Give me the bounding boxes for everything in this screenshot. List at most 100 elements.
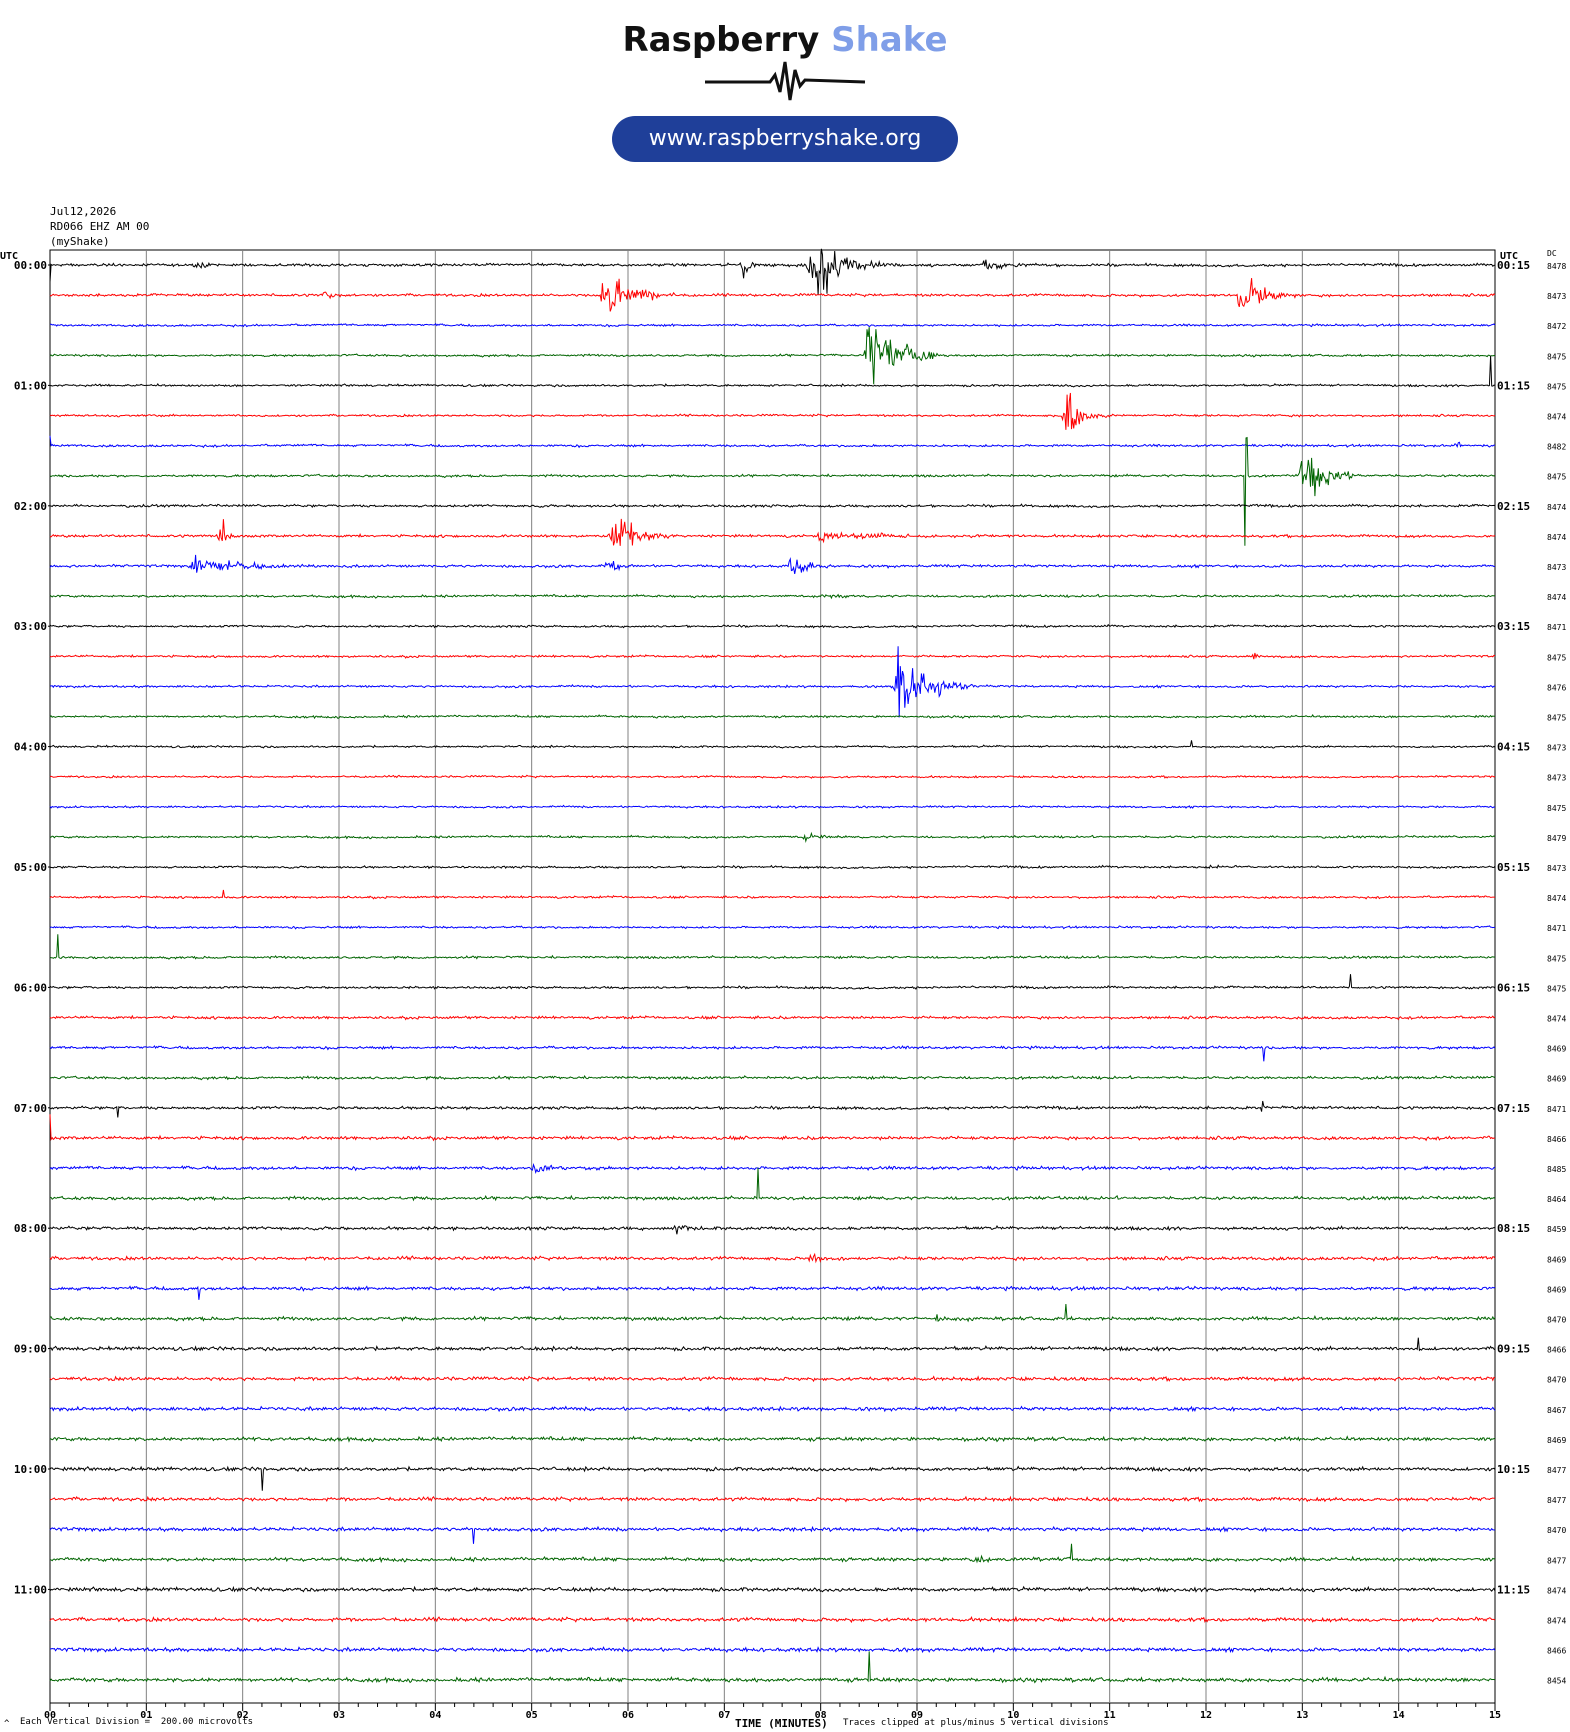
x-axis-label: TIME (MINUTES) — [735, 1717, 828, 1730]
dc-offset-label: 8471 — [1547, 924, 1566, 933]
hour-label-left: 10:00 — [14, 1463, 47, 1476]
dc-offset-label: 8464 — [1547, 1195, 1566, 1204]
trace-line — [49, 1163, 1496, 1175]
hour-label-left: 06:00 — [14, 981, 47, 994]
dc-offset-label: 8477 — [1547, 1466, 1566, 1475]
trace-line — [49, 889, 1496, 900]
trace-line — [49, 864, 1496, 870]
trace-line — [49, 925, 1496, 930]
dc-offset-label: 8469 — [1547, 1255, 1566, 1264]
trace-line — [49, 1651, 1496, 1684]
dc-offset-label: 8478 — [1547, 262, 1566, 271]
dc-offset-label: 8474 — [1547, 894, 1566, 903]
footer-corner-mark: ^ — [4, 1719, 10, 1729]
dc-offset-label: 8469 — [1547, 1285, 1566, 1294]
hour-label-left: 08:00 — [14, 1222, 47, 1235]
hour-label-right: 03:15 — [1497, 620, 1530, 633]
dc-offset-label: 8459 — [1547, 1225, 1566, 1234]
trace-line — [49, 323, 1496, 328]
trace-line — [49, 804, 1496, 809]
x-tick-label: 07 — [718, 1710, 730, 1721]
trace-line — [49, 1224, 1496, 1235]
dc-offset-label: 8472 — [1547, 322, 1566, 331]
hour-label-left: 11:00 — [14, 1583, 47, 1596]
dc-offset-label: 8485 — [1547, 1165, 1566, 1174]
hour-label-right: 02:15 — [1497, 500, 1530, 513]
dc-offset-label: 8479 — [1547, 834, 1566, 843]
dc-offset-label: 8475 — [1547, 653, 1566, 662]
dc-offset-label: 8471 — [1547, 1105, 1566, 1114]
dc-offset-label: 8469 — [1547, 1045, 1566, 1054]
trace-line — [49, 1167, 1496, 1202]
hour-label-right: 04:15 — [1497, 741, 1530, 754]
dc-offset-label: 8475 — [1547, 352, 1566, 361]
dc-offset-label: 8470 — [1547, 1376, 1566, 1385]
trace-line — [49, 1375, 1496, 1383]
trace-line — [49, 1435, 1496, 1443]
trace-line — [49, 714, 1496, 720]
trace-line — [49, 1465, 1496, 1491]
hour-label-left: 03:00 — [14, 620, 47, 633]
dc-offset-label: 8475 — [1547, 984, 1566, 993]
trace-line — [49, 435, 1495, 449]
trace-line — [49, 278, 1496, 312]
trace-line — [49, 1525, 1496, 1544]
dc-offset-label: 8473 — [1547, 292, 1566, 301]
trace-line — [49, 1014, 1496, 1021]
dc-offset-label: 8473 — [1547, 774, 1566, 783]
dc-label: DC — [1547, 249, 1557, 258]
x-tick-label: 14 — [1393, 1710, 1405, 1721]
trace-line — [49, 774, 1496, 779]
dc-offset-label: 8454 — [1547, 1677, 1566, 1686]
dc-offset-label: 8474 — [1547, 413, 1566, 422]
trace-line — [49, 1405, 1496, 1413]
dc-offset-label: 8474 — [1547, 593, 1566, 602]
hour-label-left: 05:00 — [14, 861, 47, 874]
hour-label-right: 07:15 — [1497, 1102, 1530, 1115]
x-tick-label: 13 — [1296, 1710, 1308, 1721]
dc-offset-label: 8466 — [1547, 1135, 1566, 1144]
dc-offset-label: 8477 — [1547, 1556, 1566, 1565]
trace-line — [49, 1304, 1496, 1323]
trace-line — [49, 1100, 1496, 1118]
x-tick-label: 15 — [1489, 1710, 1501, 1721]
trace-line — [49, 436, 1496, 546]
dc-offset-label: 8475 — [1547, 804, 1566, 813]
x-tick-label: 04 — [429, 1710, 441, 1721]
dc-offset-label: 8466 — [1547, 1647, 1566, 1656]
hour-label-left: 04:00 — [14, 741, 47, 754]
dc-offset-label: 8474 — [1547, 1617, 1566, 1626]
trace-line — [49, 355, 1496, 388]
trace-line — [49, 248, 1496, 295]
dc-offset-label: 8469 — [1547, 1436, 1566, 1445]
dc-offset-label: 8482 — [1547, 443, 1566, 452]
hour-label-right: 05:15 — [1497, 861, 1530, 874]
trace-line — [49, 740, 1496, 749]
hour-label-right: 00:15 — [1497, 259, 1530, 272]
dc-offset-label: 8476 — [1547, 683, 1566, 692]
trace-line — [49, 593, 1496, 600]
x-tick-label: 12 — [1200, 1710, 1212, 1721]
footer-clip-note: Traces clipped at plus/minus 5 vertical … — [843, 1718, 1109, 1728]
x-tick-label: 06 — [622, 1710, 634, 1721]
dc-offset-label: 8475 — [1547, 954, 1566, 963]
trace-line — [49, 1646, 1496, 1654]
hour-label-right: 09:15 — [1497, 1343, 1530, 1356]
trace-line — [49, 623, 1496, 629]
trace-line — [49, 1045, 1496, 1062]
dc-offset-label: 8475 — [1547, 473, 1566, 482]
footer-scale-note: Each Vertical Division = 200.00 microvol… — [20, 1717, 253, 1727]
trace-line — [49, 1495, 1496, 1503]
trace-line — [49, 518, 1496, 546]
hour-label-right: 01:15 — [1497, 379, 1530, 392]
dc-offset-label: 8469 — [1547, 1075, 1566, 1084]
x-tick-label: 05 — [526, 1710, 538, 1721]
hour-label-right: 11:15 — [1497, 1583, 1530, 1596]
dc-offset-label: 8473 — [1547, 864, 1566, 873]
trace-line — [49, 392, 1496, 430]
dc-offset-label: 8477 — [1547, 1496, 1566, 1505]
trace-line — [49, 652, 1496, 660]
trace-line — [49, 327, 1496, 385]
trace-line — [49, 1337, 1496, 1352]
dc-offset-label: 8475 — [1547, 382, 1566, 391]
